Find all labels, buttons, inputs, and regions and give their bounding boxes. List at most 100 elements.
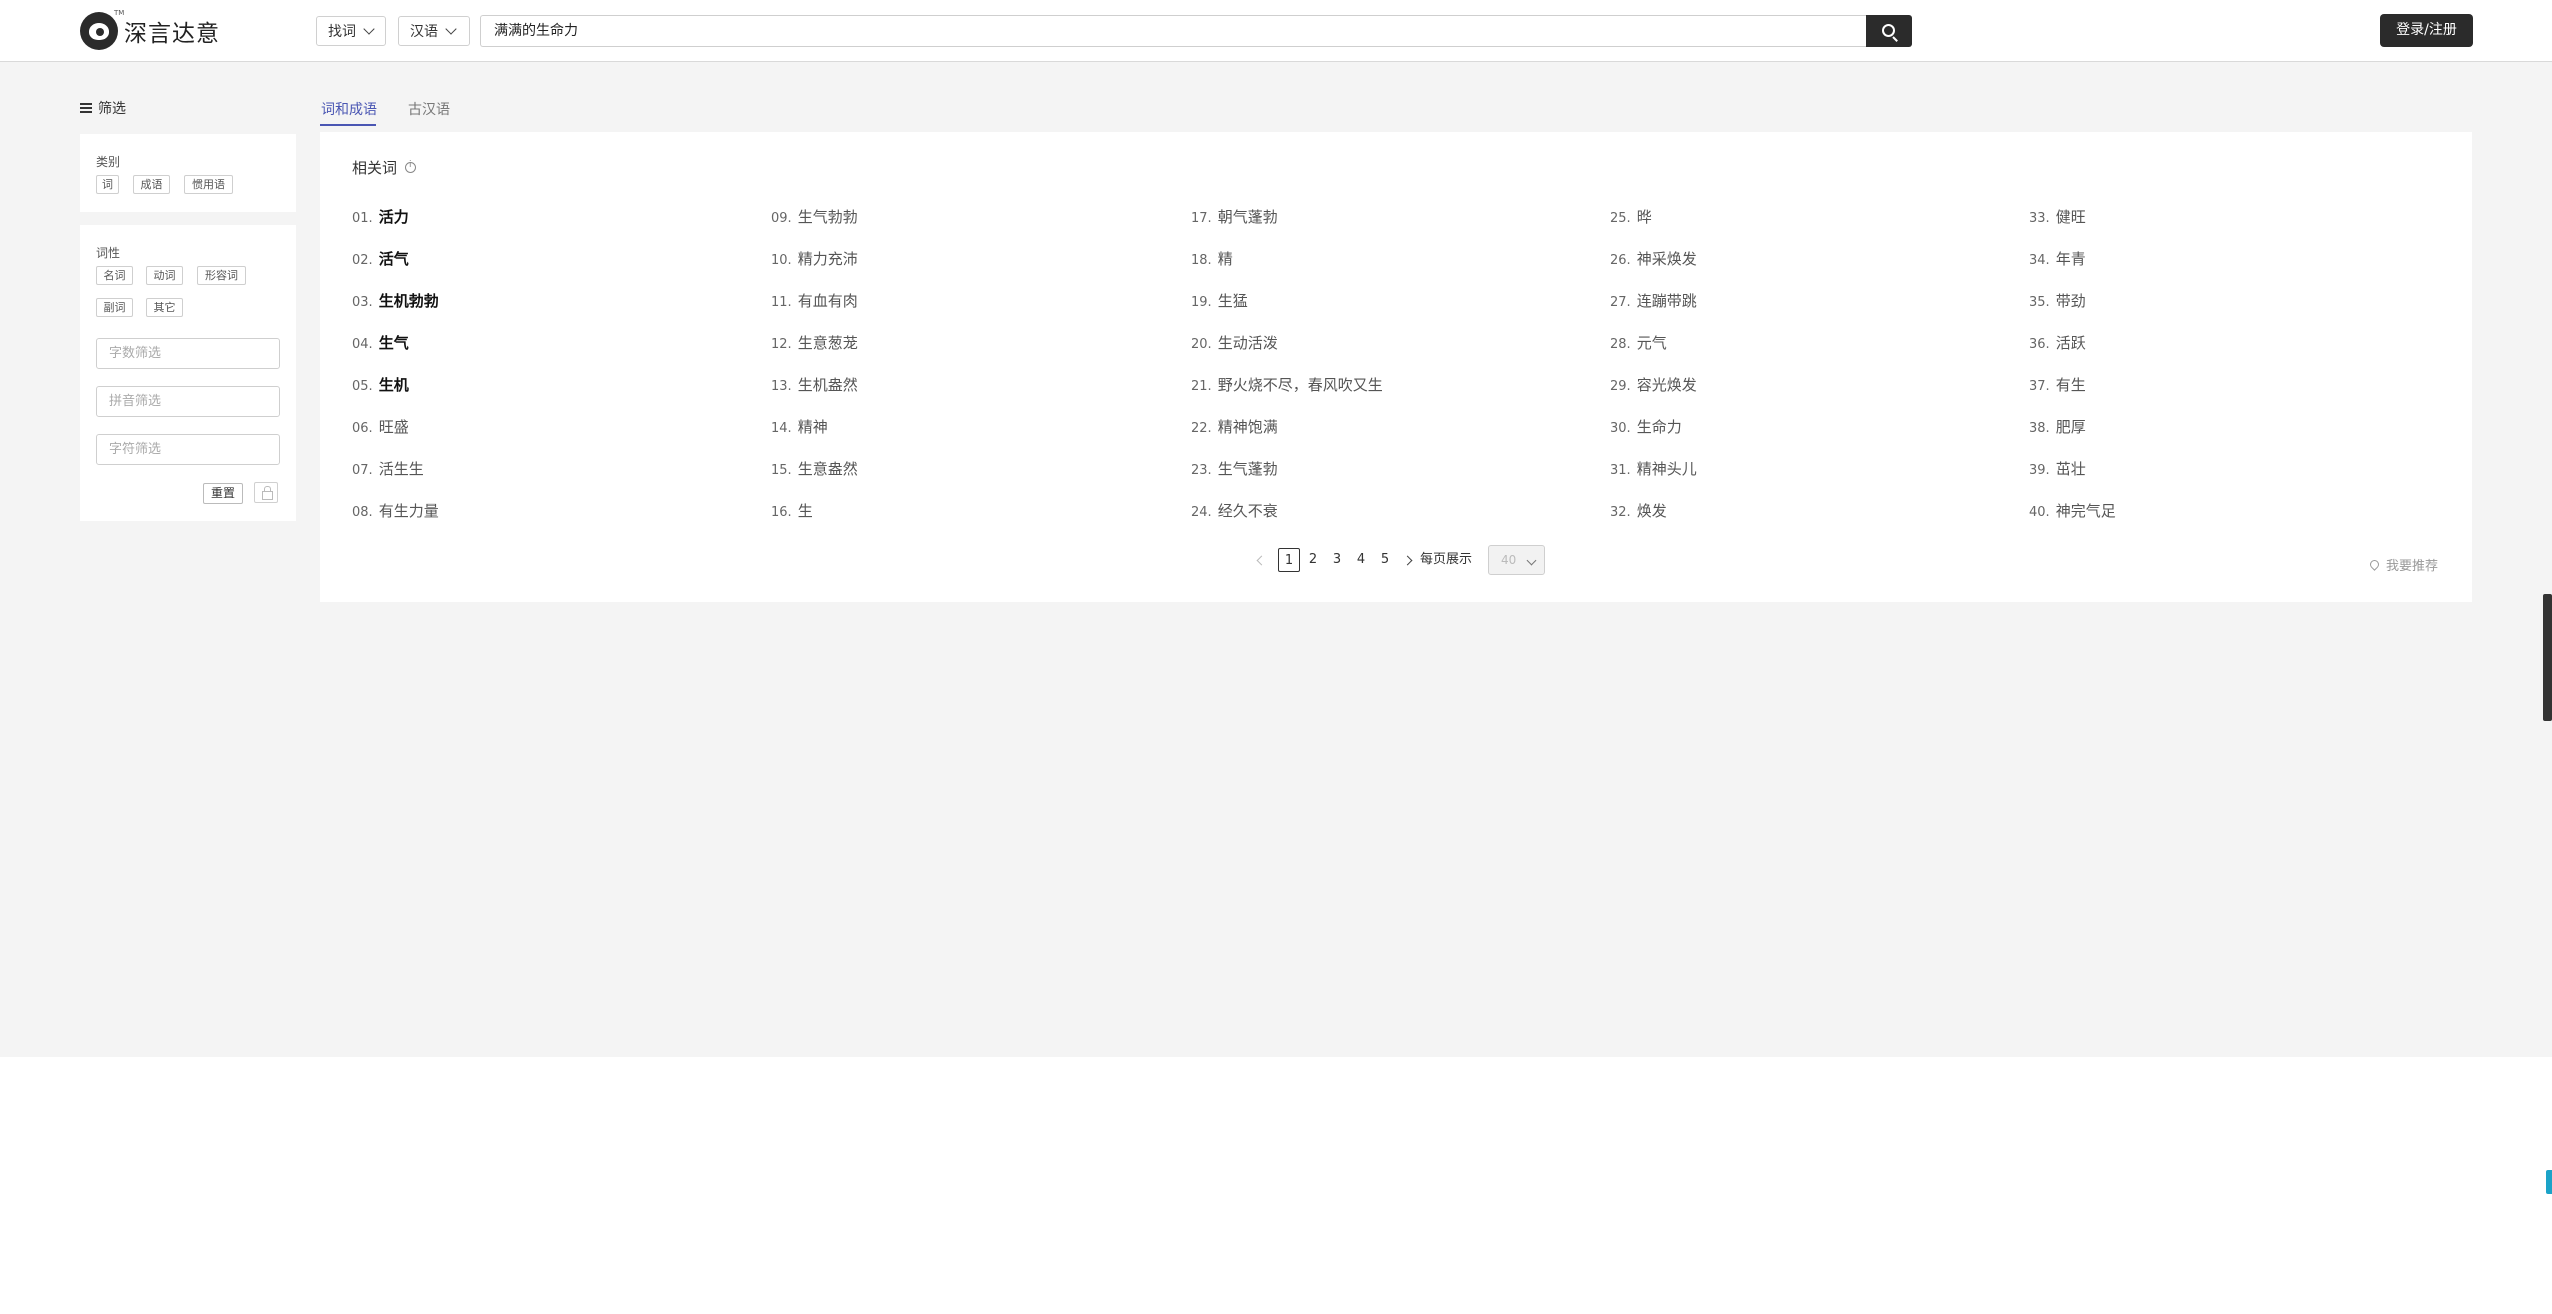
result-word-index: 35. (2029, 295, 2050, 310)
result-word-item[interactable]: 25. 晔 (1610, 206, 1652, 227)
result-word-item[interactable]: 28. 元气 (1610, 332, 1667, 353)
result-word-item[interactable]: 27. 连蹦带跳 (1610, 290, 1697, 311)
tab-classical-chinese[interactable]: 古汉语 (408, 99, 450, 119)
result-word-item[interactable]: 37. 有生 (2029, 374, 2086, 395)
result-word-item[interactable]: 40. 神完气足 (2029, 500, 2116, 521)
result-word-item[interactable]: 09. 生气勃勃 (771, 206, 858, 227)
result-word-item[interactable]: 11. 有血有肉 (771, 290, 858, 311)
result-word-item[interactable]: 20. 生动活泼 (1191, 332, 1278, 353)
category-chip-common-phrase[interactable]: 惯用语 (184, 175, 233, 194)
result-word-index: 08. (352, 505, 373, 520)
result-word-item[interactable]: 08. 有生力量 (352, 500, 439, 521)
character-filter-input[interactable]: 字符筛选 (96, 434, 280, 465)
result-word-item[interactable]: 05. 生机 (352, 374, 409, 395)
result-word-item[interactable]: 31. 精神头儿 (1610, 458, 1697, 479)
result-word-text: 生猛 (1217, 292, 1248, 310)
info-icon[interactable] (405, 160, 417, 173)
result-word-text: 精神 (797, 418, 828, 436)
result-word-item[interactable]: 21. 野火烧不尽，春风吹又生 (1191, 374, 1383, 395)
search-icon-handle (1892, 36, 1898, 42)
side-feedback-tab[interactable] (2546, 1170, 2552, 1194)
result-word-item[interactable]: 26. 神采焕发 (1610, 248, 1697, 269)
category-chip-word[interactable]: 词 (96, 175, 119, 194)
page-5-button[interactable]: 5 (1374, 548, 1396, 572)
result-word-index: 22. (1191, 421, 1212, 436)
pos-chip-other[interactable]: 其它 (146, 298, 183, 317)
result-word-text: 神完气足 (2055, 502, 2116, 520)
result-word-text: 活生生 (378, 460, 424, 478)
lock-button[interactable] (254, 482, 278, 503)
result-word-index: 24. (1191, 505, 1212, 520)
result-word-text: 活力 (378, 208, 409, 226)
tab-words-and-idioms[interactable]: 词和成语 (321, 99, 377, 119)
result-word-item[interactable]: 06. 旺盛 (352, 416, 409, 437)
result-word-index: 20. (1191, 337, 1212, 352)
per-page-select[interactable]: 40 (1488, 545, 1545, 575)
search-input[interactable]: 满满的生命力 (480, 15, 1867, 47)
result-word-index: 18. (1191, 253, 1212, 268)
result-word-item[interactable]: 30. 生命力 (1610, 416, 1682, 437)
result-word-item[interactable]: 36. 活跃 (2029, 332, 2086, 353)
result-word-item[interactable]: 34. 年青 (2029, 248, 2086, 269)
page-4-button[interactable]: 4 (1350, 548, 1372, 572)
result-word-item[interactable]: 18. 精 (1191, 248, 1233, 269)
result-word-item[interactable]: 22. 精神饱满 (1191, 416, 1278, 437)
category-chip-idiom[interactable]: 成语 (133, 175, 170, 194)
pos-chip-verb[interactable]: 动词 (146, 266, 183, 285)
scrollbar-thumb[interactable] (2543, 594, 2552, 721)
result-word-item[interactable]: 38. 肥厚 (2029, 416, 2086, 437)
logo[interactable]: TM 深言达意 (80, 9, 220, 52)
recommend-link[interactable]: 我要推荐 (2368, 555, 2438, 574)
page-1-button[interactable]: 1 (1278, 548, 1300, 572)
result-word-index: 31. (1610, 463, 1631, 478)
page-2-button[interactable]: 2 (1302, 548, 1324, 572)
search-button[interactable] (1866, 15, 1912, 47)
chevron-down-icon (363, 23, 375, 35)
result-word-text: 元气 (1636, 334, 1667, 352)
result-word-item[interactable]: 03. 生机勃勃 (352, 290, 439, 311)
result-word-text: 连蹦带跳 (1636, 292, 1697, 310)
result-word-item[interactable]: 23. 生气蓬勃 (1191, 458, 1278, 479)
result-word-item[interactable]: 24. 经久不衰 (1191, 500, 1278, 521)
result-word-item[interactable]: 14. 精神 (771, 416, 828, 437)
result-word-text: 有生力量 (378, 502, 439, 520)
pos-chip-adverb[interactable]: 副词 (96, 298, 133, 317)
result-word-item[interactable]: 15. 生意盎然 (771, 458, 858, 479)
result-word-index: 04. (352, 337, 373, 352)
result-word-text: 有生 (2055, 376, 2086, 394)
result-word-item[interactable]: 33. 健旺 (2029, 206, 2086, 227)
language-select[interactable]: 汉语 (398, 16, 470, 46)
login-register-button[interactable]: 登录/注册 (2380, 14, 2473, 47)
result-word-item[interactable]: 39. 茁壮 (2029, 458, 2086, 479)
prev-page-icon[interactable] (1256, 555, 1267, 566)
result-word-item[interactable]: 02. 活气 (352, 248, 409, 269)
result-word-item[interactable]: 19. 生猛 (1191, 290, 1248, 311)
result-word-item[interactable]: 13. 生机盎然 (771, 374, 858, 395)
result-word-item[interactable]: 01. 活力 (352, 206, 409, 227)
result-word-item[interactable]: 04. 生气 (352, 332, 409, 353)
char-count-filter-input[interactable]: 字数筛选 (96, 338, 280, 369)
result-word-item[interactable]: 35. 带劲 (2029, 290, 2086, 311)
result-word-text: 生气 (378, 334, 409, 352)
result-word-item[interactable]: 16. 生 (771, 500, 813, 521)
result-word-index: 17. (1191, 211, 1212, 226)
result-word-item[interactable]: 07. 活生生 (352, 458, 424, 479)
mode-select[interactable]: 找词 (316, 16, 386, 46)
result-word-index: 06. (352, 421, 373, 436)
result-word-item[interactable]: 32. 焕发 (1610, 500, 1667, 521)
pos-chip-noun[interactable]: 名词 (96, 266, 133, 285)
result-word-index: 37. (2029, 379, 2050, 394)
result-word-item[interactable]: 17. 朝气蓬勃 (1191, 206, 1278, 227)
result-word-index: 10. (771, 253, 792, 268)
pos-chip-adjective[interactable]: 形容词 (197, 266, 246, 285)
pinyin-filter-input[interactable]: 拼音筛选 (96, 386, 280, 417)
result-word-item[interactable]: 10. 精力充沛 (771, 248, 858, 269)
result-word-item[interactable]: 12. 生意葱茏 (771, 332, 858, 353)
reset-button[interactable]: 重置 (203, 483, 243, 504)
page-3-button[interactable]: 3 (1326, 548, 1348, 572)
next-page-icon[interactable] (1402, 555, 1413, 566)
result-word-item[interactable]: 29. 容光焕发 (1610, 374, 1697, 395)
result-word-index: 12. (771, 337, 792, 352)
logo-trademark: TM (114, 9, 125, 17)
filter-title: 筛选 (80, 98, 126, 118)
